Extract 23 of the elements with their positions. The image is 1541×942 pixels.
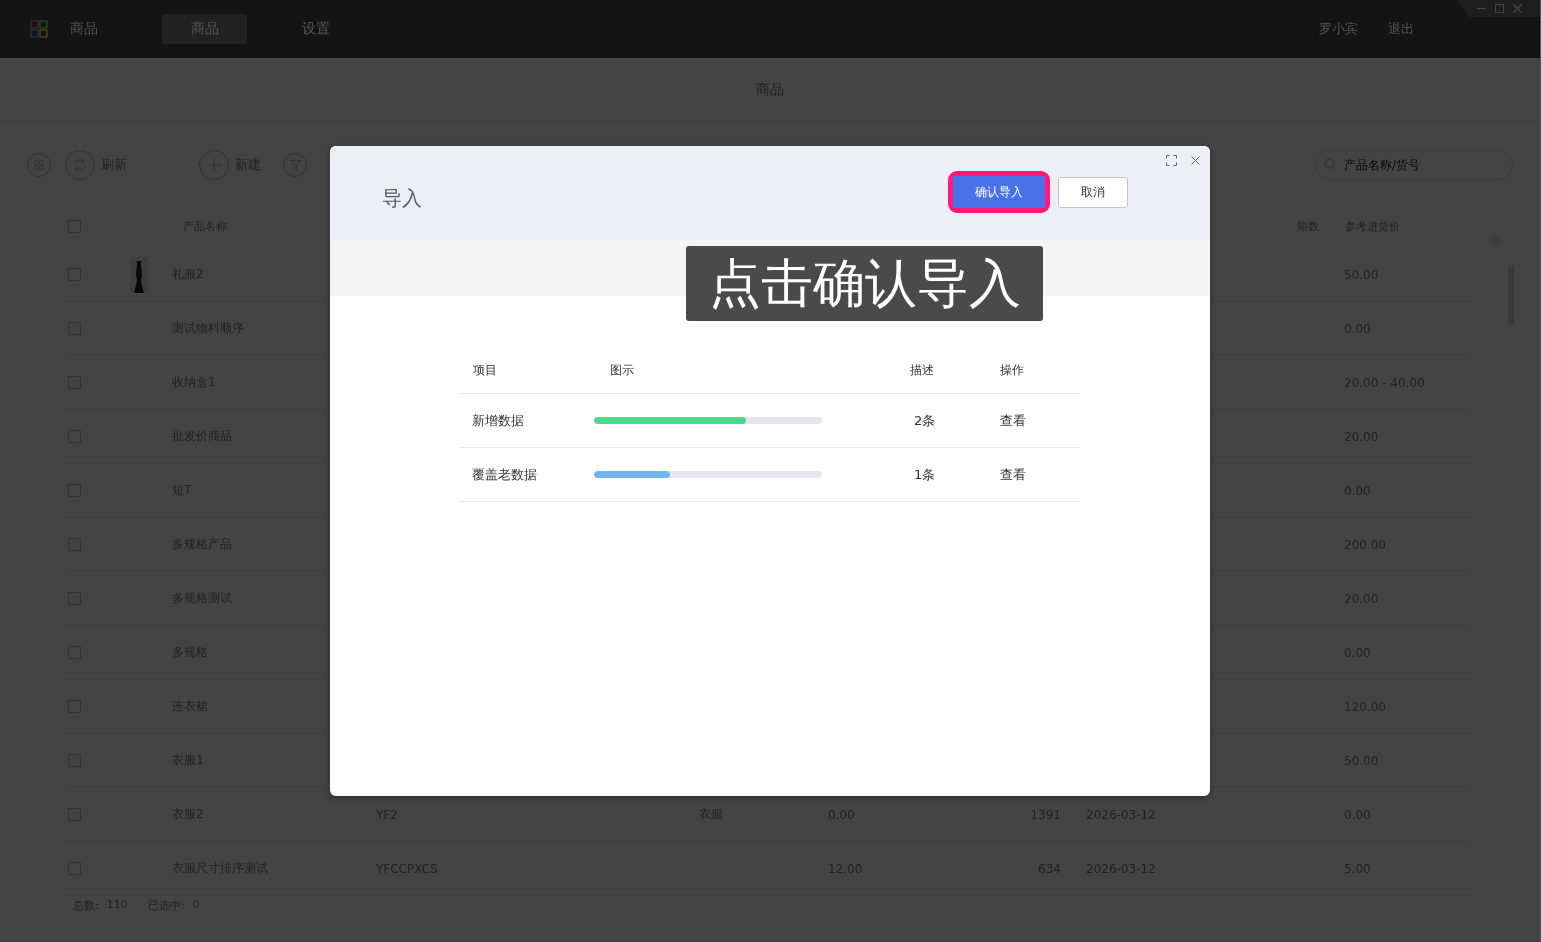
column-header: 图示	[610, 362, 635, 379]
view-link[interactable]: 查看	[1000, 465, 1092, 484]
cancel-button[interactable]: 取消	[1058, 176, 1128, 208]
import-count: 1条	[914, 465, 937, 484]
maximize-icon	[1494, 4, 1504, 13]
logo-icon	[30, 20, 48, 38]
app-name: 商品	[70, 20, 98, 38]
dialog-title: 导入	[382, 184, 422, 212]
view-link[interactable]: 查看	[1000, 411, 1092, 430]
nav-tab[interactable]: 设置	[273, 14, 358, 44]
logout-link[interactable]: 退出	[1388, 20, 1414, 38]
hint-tooltip: 点击确认导入	[686, 246, 1043, 321]
import-count: 2条	[914, 411, 937, 430]
close-icon	[1512, 4, 1522, 13]
column-header: 操作	[1000, 362, 1025, 379]
close-icon[interactable]	[1191, 156, 1200, 165]
import-item: 新增数据	[472, 411, 525, 430]
confirm-import-button[interactable]: 确认导入	[953, 176, 1045, 208]
user-name[interactable]: 罗小宾	[1319, 20, 1358, 38]
column-header: 项目	[473, 362, 498, 379]
fullscreen-icon[interactable]	[1166, 155, 1177, 166]
import-item: 覆盖老数据	[472, 465, 538, 484]
column-header: 描述	[910, 362, 935, 379]
